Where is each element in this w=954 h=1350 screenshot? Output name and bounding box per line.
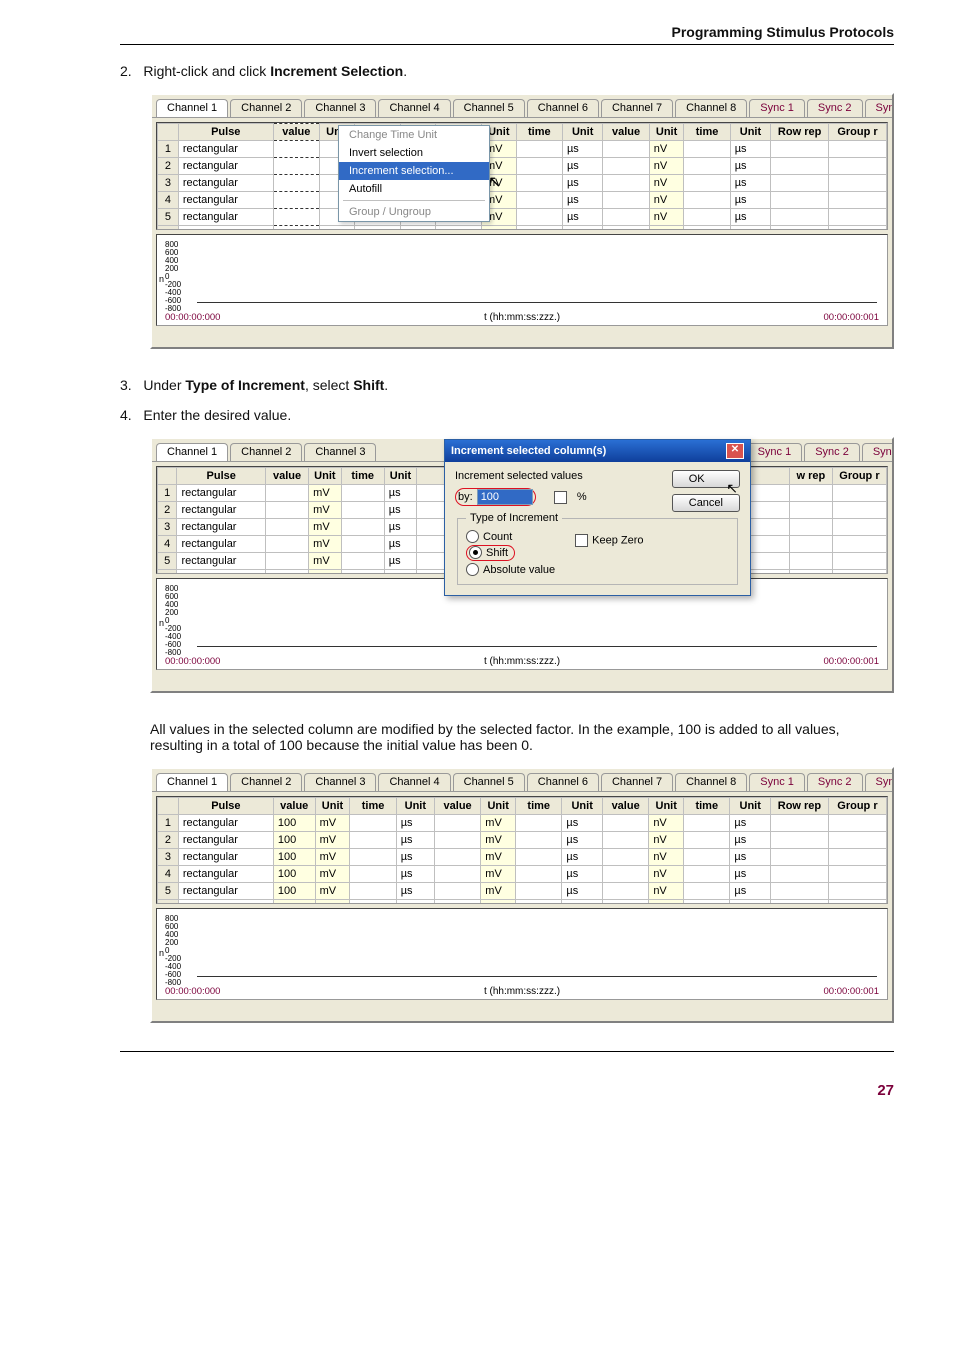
by-label: by: (458, 491, 473, 503)
tab-sync-2[interactable]: Sync 2 (807, 99, 863, 117)
tab-channel-6[interactable]: Channel 6 (527, 773, 599, 791)
radio-shift[interactable] (469, 546, 482, 559)
table-row[interactable]: 3rectangular100mVµsmVµsnVµs (158, 849, 887, 866)
editor-panel-2: Channel 1 Channel 2 Channel 3 annel 8 Sy… (150, 437, 894, 693)
percent-checkbox[interactable] (554, 491, 567, 504)
tab-sync-3[interactable]: Sync 3 (865, 773, 892, 791)
radio-absolute[interactable] (466, 563, 479, 576)
table-row[interactable]: 5rectangularmVµsnVµs (158, 209, 887, 226)
menu-group-ungroup: Group / Ungroup (339, 203, 489, 221)
by-highlight: by: 100 (455, 488, 536, 506)
grid-3[interactable]: PulsevalueUnittimeUnitvalueUnittimeUnitv… (156, 796, 888, 904)
tab-sync-3[interactable]: Sync 3 (865, 99, 892, 117)
increment-dialog: Increment selected column(s) ✕ OK Cancel… (444, 439, 751, 596)
cancel-button[interactable]: Cancel (672, 494, 740, 512)
page-number: 27 (120, 1082, 894, 1099)
table-row[interactable]: 4rectangularmVµsnVµs (158, 192, 887, 209)
tab-sync-1[interactable]: Sync 1 (749, 99, 805, 117)
tab-channel-5[interactable]: Channel 5 (453, 99, 525, 117)
type-of-increment-group: Type of Increment Count Shift Absolute v… (457, 512, 738, 585)
tab-channel-4[interactable]: Channel 4 (378, 773, 450, 791)
table-row[interactable]: 6rectangular100mVµsmVµsnVµs (158, 900, 887, 905)
tab-channel-8[interactable]: Channel 8 (675, 99, 747, 117)
tab-channel-1[interactable]: Channel 1 (156, 99, 228, 117)
header-rule (120, 44, 894, 45)
editor-panel-3: Channel 1 Channel 2 Channel 3 Channel 4 … (150, 767, 894, 1023)
table-row[interactable]: 6rectangularmVµsnVµs (158, 226, 887, 231)
step-2: 2. Right-click and click Increment Selec… (120, 63, 894, 79)
dialog-close-button[interactable]: ✕ (726, 443, 744, 459)
group-legend: Type of Increment (466, 512, 562, 524)
ok-button[interactable]: OK (672, 470, 740, 488)
table-row[interactable]: 5rectangular100mVµsmVµsnVµs (158, 883, 887, 900)
grid-1[interactable]: PulsevalueUnittimeUnitvalueUnittimeUnitv… (156, 122, 888, 230)
tab-channel-2[interactable]: Channel 2 (230, 99, 302, 117)
step-3: 3. Under Type of Increment, select Shift… (120, 377, 894, 393)
menu-increment-selection[interactable]: Increment selection... (339, 162, 489, 180)
tab-sync-1[interactable]: Sync 1 (749, 773, 805, 791)
tab-sync-1[interactable]: Sync 1 (747, 443, 803, 461)
menu-change-time-unit: Change Time Unit (339, 126, 489, 144)
by-input[interactable]: 100 (477, 489, 533, 505)
radio-count[interactable] (466, 530, 479, 543)
tab-sync-2[interactable]: Sync 2 (807, 773, 863, 791)
tab-channel-4[interactable]: Channel 4 (378, 99, 450, 117)
tab-channel-1[interactable]: Channel 1 (156, 443, 228, 461)
step-num: 2. (120, 63, 132, 79)
step-4: 4. Enter the desired value. (120, 407, 894, 423)
table-row[interactable]: 1rectangularmVµsnVµs (158, 141, 887, 158)
context-menu: Change Time Unit Invert selection Increm… (338, 125, 490, 222)
editor-panel-1: Channel 1 Channel 2 Channel 3 Channel 4 … (150, 93, 894, 349)
footer-rule (120, 1051, 894, 1052)
step-bold: Increment Selection (270, 63, 403, 79)
running-head: Programming Stimulus Protocols (120, 24, 894, 40)
tab-channel-8[interactable]: Channel 8 (675, 773, 747, 791)
menu-autofill[interactable]: Autofill (339, 180, 489, 198)
tab-channel-5[interactable]: Channel 5 (453, 773, 525, 791)
tab-channel-2[interactable]: Channel 2 (230, 773, 302, 791)
tab-channel-3[interactable]: Channel 3 (304, 443, 376, 461)
tab-channel-1[interactable]: Channel 1 (156, 773, 228, 791)
shift-highlight: Shift (466, 545, 515, 561)
tab-sync-2[interactable]: Sync 2 (804, 443, 860, 461)
percent-label: % (577, 491, 587, 503)
tab-channel-2[interactable]: Channel 2 (230, 443, 302, 461)
table-row[interactable]: 1rectangular100mVµsmVµsnVµs (158, 815, 887, 832)
keep-zero-checkbox[interactable] (575, 534, 588, 547)
table-row[interactable]: 4rectangular100mVµsmVµsnVµs (158, 866, 887, 883)
x-label: t (hh:mm:ss:zzz.) (157, 312, 887, 323)
channel-tabs-3: Channel 1 Channel 2 Channel 3 Channel 4 … (152, 769, 892, 792)
table-row[interactable]: 2rectangularmVµsnVµs (158, 158, 887, 175)
step-text: Right-click and click (143, 63, 270, 79)
table-row[interactable]: 3rectangularmVµsnVµs (158, 175, 887, 192)
waveform-3: 800 600 400 200 0 -200 -400 -600 -800 n … (156, 908, 888, 1000)
tab-channel-3[interactable]: Channel 3 (304, 99, 376, 117)
explanation-text: All values in the selected column are mo… (150, 721, 894, 753)
tab-sync-3[interactable]: Sync 3 (862, 443, 892, 461)
tab-channel-6[interactable]: Channel 6 (527, 99, 599, 117)
dialog-title: Increment selected column(s) (451, 445, 606, 457)
channel-tabs: Channel 1 Channel 2 Channel 3 Channel 4 … (152, 95, 892, 118)
waveform-1: 800 600 400 200 0 -200 -400 -600 -800 n … (156, 234, 888, 326)
tab-channel-7[interactable]: Channel 7 (601, 773, 673, 791)
menu-invert-selection[interactable]: Invert selection (339, 144, 489, 162)
table-row[interactable]: 2rectangular100mVµsmVµsnVµs (158, 832, 887, 849)
tab-channel-3[interactable]: Channel 3 (304, 773, 376, 791)
tab-channel-7[interactable]: Channel 7 (601, 99, 673, 117)
